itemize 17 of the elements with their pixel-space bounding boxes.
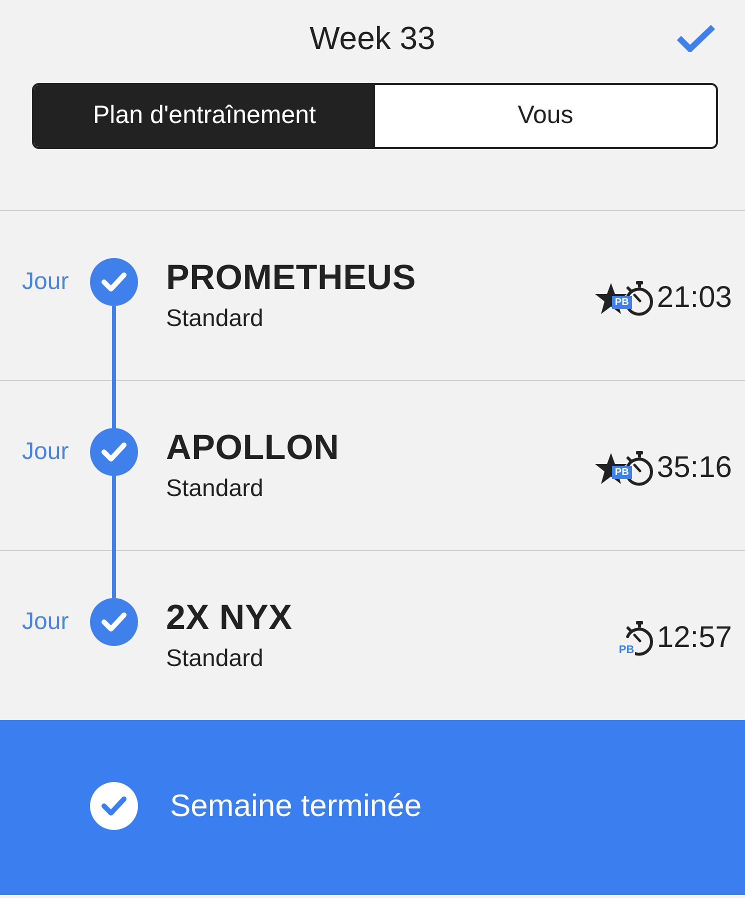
segment-tab[interactable]: Plan d'entraînement xyxy=(34,85,375,147)
workout-name: PROMETHEUS xyxy=(166,258,416,298)
workout-name: 2X NYX xyxy=(166,598,292,638)
workout-name: APOLLON xyxy=(166,428,340,468)
workout-time: 35:16 xyxy=(656,450,732,486)
week-complete-button[interactable]: Semaine terminée xyxy=(0,720,745,895)
workout-variant: Standard xyxy=(166,474,264,504)
day-label: Jour xyxy=(22,268,69,295)
workout-time: 21:03 xyxy=(656,280,732,316)
workout-variant: Standard xyxy=(166,304,264,334)
workout-variant: Standard xyxy=(166,644,264,674)
day-label: Jour xyxy=(22,438,69,465)
day-label: Jour xyxy=(22,608,69,635)
week-title: Week 33 xyxy=(310,19,436,58)
check-icon[interactable] xyxy=(676,24,716,52)
pb-badge: PB xyxy=(618,644,636,656)
workout-time: 12:57 xyxy=(656,620,732,656)
